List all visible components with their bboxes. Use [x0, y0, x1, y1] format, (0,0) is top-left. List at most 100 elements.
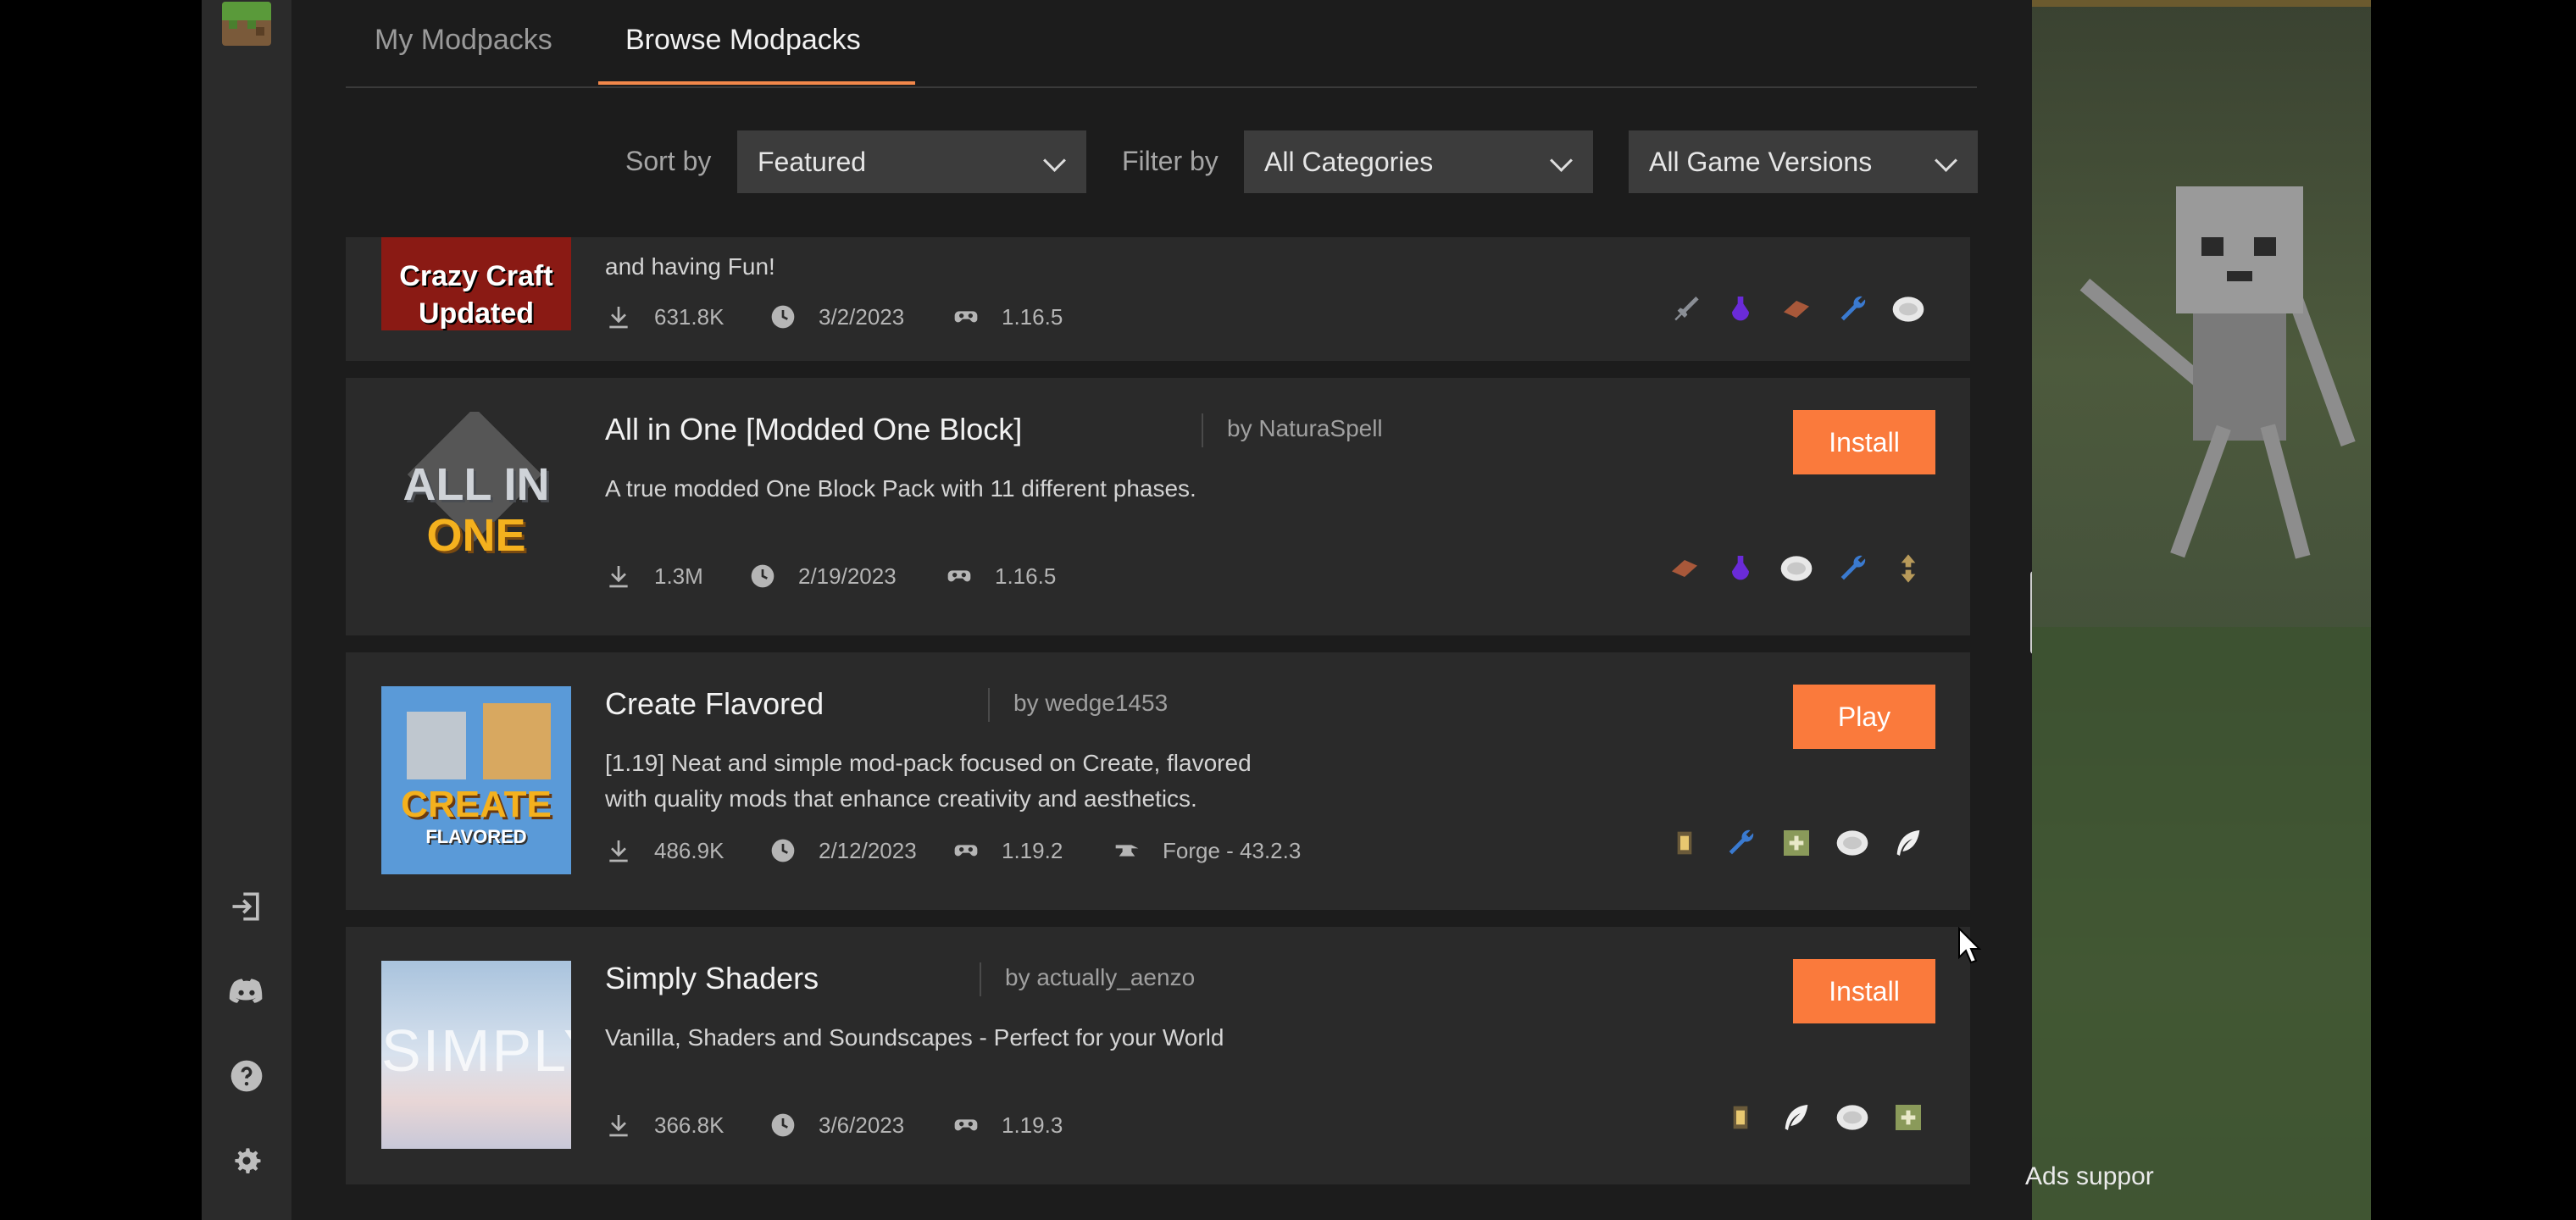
- settings-icon[interactable]: [202, 1135, 291, 1186]
- sort-select[interactable]: Featured: [737, 130, 1086, 193]
- download-icon: [609, 1115, 628, 1137]
- modpack-author[interactable]: by NaturaSpell: [1227, 415, 1383, 442]
- modpack-card-all-in-one[interactable]: ALL IN ONE All in One [Modded One Block]…: [346, 378, 1970, 635]
- feather-icon[interactable]: [1776, 1097, 1817, 1138]
- modpack-description: Vanilla, Shaders and Soundscapes - Perfe…: [605, 1024, 1224, 1051]
- gamepad-icon: [954, 845, 978, 857]
- download-count: 1.3M: [654, 563, 703, 589]
- install-button[interactable]: Install: [1793, 959, 1935, 1023]
- anvil-icon: [1115, 845, 1139, 857]
- tab-my-modpacks[interactable]: My Modpacks: [375, 24, 552, 57]
- category-tags: [1664, 822, 1929, 864]
- wrench-icon[interactable]: [1832, 548, 1873, 589]
- title-separator: [988, 688, 990, 722]
- mouse-cursor-icon: [1958, 927, 1981, 964]
- modpack-description: and having Fun!: [605, 253, 775, 280]
- thumbnail-text-line: ONE: [426, 510, 526, 561]
- date-meta: 3/6/2023: [769, 1112, 904, 1139]
- feather-icon[interactable]: [1888, 823, 1929, 863]
- category-tags: [1720, 1096, 1929, 1139]
- arrows-icon[interactable]: [1888, 548, 1929, 589]
- map-icon[interactable]: [1776, 823, 1817, 863]
- update-date: 2/19/2023: [798, 563, 897, 589]
- chevron-down-icon: [1550, 149, 1573, 172]
- update-date: 3/2/2023: [819, 303, 905, 330]
- download-count: 486.9K: [654, 837, 724, 863]
- potion-icon[interactable]: [1720, 289, 1761, 330]
- chevron-down-icon: [1043, 149, 1066, 172]
- active-tab-indicator: [598, 81, 915, 85]
- map-icon[interactable]: [1888, 1097, 1929, 1138]
- chevron-down-icon: [1935, 149, 1957, 172]
- potion-icon[interactable]: [1720, 548, 1761, 589]
- gamepad-icon: [954, 311, 978, 323]
- brick-icon[interactable]: [1776, 289, 1817, 330]
- game-version: 1.19.2: [1002, 837, 1063, 863]
- game-version: 1.19.3: [1002, 1112, 1063, 1138]
- filter-bar: Sort by Featured Filter by All Categorie…: [346, 130, 1981, 195]
- thumbnail-text-line: CREATE: [401, 784, 552, 825]
- version-meta: 1.19.2: [952, 837, 1063, 864]
- food-icon[interactable]: [1776, 548, 1817, 589]
- modpack-title[interactable]: Create Flavored: [605, 686, 824, 722]
- login-icon[interactable]: [202, 881, 291, 932]
- modpack-thumbnail: CREATE FLAVORED: [381, 686, 571, 874]
- version-meta: 1.16.5: [952, 303, 1063, 330]
- update-date: 2/12/2023: [819, 837, 917, 863]
- category-select-value: All Categories: [1264, 146, 1434, 177]
- category-tags: [1664, 547, 1929, 590]
- modpack-author[interactable]: by actually_aenzo: [1005, 964, 1195, 991]
- downloads-meta: 1.3M: [605, 563, 703, 590]
- clock-icon: [771, 305, 795, 329]
- gamepad-icon: [947, 570, 971, 582]
- thumbnail-text-line: SIMPLY: [381, 1018, 571, 1084]
- lantern-icon[interactable]: [1664, 823, 1705, 863]
- modpack-card-simply-shaders[interactable]: SIMPLY Simply Shaders by actually_aenzo …: [346, 927, 1970, 1184]
- modpack-title[interactable]: All in One [Modded One Block]: [605, 412, 1022, 447]
- sword-icon[interactable]: [1664, 289, 1705, 330]
- title-separator: [1202, 413, 1203, 447]
- thumbnail-text-line: FLAVORED: [425, 826, 527, 847]
- mod-loader: Forge - 43.2.3: [1163, 837, 1302, 863]
- ads-notice: Ads suppor: [2025, 1162, 2154, 1190]
- thumbnail-text-line: ALL IN: [402, 459, 550, 510]
- loader-meta: Forge - 43.2.3: [1113, 837, 1301, 864]
- category-select[interactable]: All Categories: [1244, 130, 1593, 193]
- minecraft-grass-icon[interactable]: [222, 2, 271, 46]
- category-tags: [1664, 288, 1929, 330]
- download-icon: [609, 566, 628, 588]
- app-window: My Modpacks Browse Modpacks Sort by Feat…: [202, 0, 2371, 1220]
- modpack-title[interactable]: Simply Shaders: [605, 961, 819, 996]
- sidebar: [202, 0, 291, 1220]
- date-meta: 3/2/2023: [769, 303, 904, 330]
- modpack-card-create-flavored[interactable]: CREATE FLAVORED Create Flavored by wedge…: [346, 652, 1970, 910]
- play-button[interactable]: Play: [1793, 685, 1935, 749]
- modpack-thumbnail: ALL IN ONE: [381, 412, 571, 600]
- install-button[interactable]: Install: [1793, 410, 1935, 474]
- help-icon[interactable]: [202, 1051, 291, 1101]
- version-select[interactable]: All Game Versions: [1629, 130, 1978, 193]
- wrench-icon[interactable]: [1720, 823, 1761, 863]
- modpack-card-crazy-craft-updated[interactable]: Crazy Craft Updated and having Fun! 631.…: [346, 237, 1970, 361]
- thumbnail-text-line: Crazy Craft: [399, 260, 553, 292]
- discord-icon[interactable]: [202, 966, 291, 1017]
- main-content: My Modpacks Browse Modpacks Sort by Feat…: [346, 0, 1981, 1220]
- gamepad-icon: [954, 1119, 978, 1131]
- clock-icon: [771, 839, 795, 862]
- food-icon[interactable]: [1888, 289, 1929, 330]
- lantern-icon[interactable]: [1720, 1097, 1761, 1138]
- skeleton-figure: [2176, 186, 2303, 313]
- food-icon[interactable]: [1832, 823, 1873, 863]
- brick-icon[interactable]: [1664, 548, 1705, 589]
- tab-bar: My Modpacks Browse Modpacks: [346, 0, 1977, 88]
- food-icon[interactable]: [1832, 1097, 1873, 1138]
- clock-icon: [771, 1113, 795, 1137]
- game-version: 1.16.5: [1002, 303, 1063, 330]
- wrench-icon[interactable]: [1832, 289, 1873, 330]
- tab-browse-modpacks[interactable]: Browse Modpacks: [625, 24, 861, 57]
- version-select-value: All Game Versions: [1649, 146, 1873, 177]
- modpack-author[interactable]: by wedge1453: [1013, 690, 1168, 717]
- background-artwork: [2032, 0, 2371, 1220]
- downloads-meta: 366.8K: [605, 1112, 724, 1139]
- modpack-description: A true modded One Block Pack with 11 dif…: [605, 475, 1196, 502]
